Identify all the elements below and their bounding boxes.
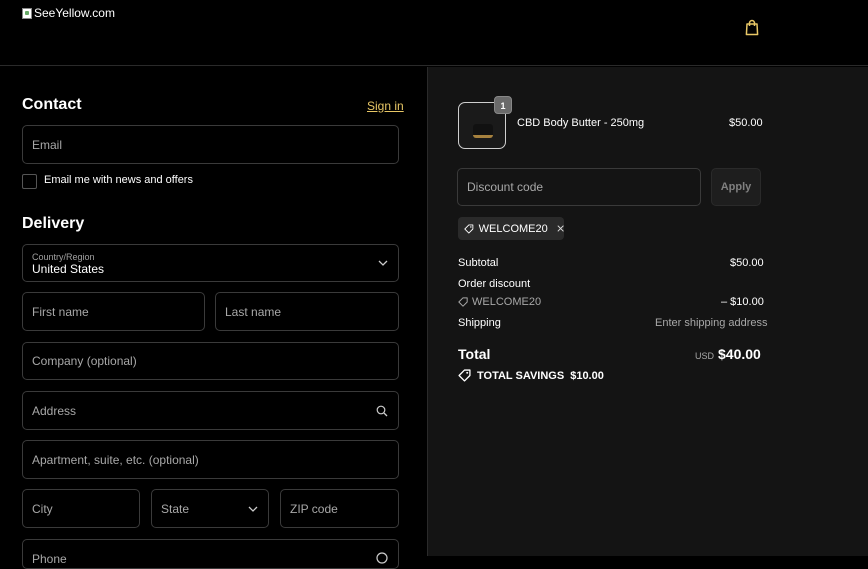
first-name-field[interactable]: First name [22,292,205,331]
logo[interactable]: SeeYellow.com [22,6,115,20]
product-price: $50.00 [729,117,763,129]
subtotal-value: $50.00 [730,257,764,269]
country-value: United States [32,262,105,276]
shopping-bag-icon[interactable] [744,19,760,36]
checkout-form: Contact Sign in Email Email me with news… [0,67,427,569]
newsletter-label: Email me with news and offers [44,174,193,186]
tag-icon [458,297,468,307]
logo-alt-text: SeeYellow.com [34,6,115,20]
city-placeholder: City [32,501,53,516]
applied-discount-tag: WELCOME20 [458,217,564,240]
savings-label: TOTAL SAVINGS [477,369,565,382]
discount-code-text: WELCOME20 [472,296,542,308]
state-select[interactable]: State [151,489,269,528]
first-name-placeholder: First name [32,304,89,319]
quantity-badge: 1 [494,96,512,114]
phone-field[interactable]: Phone [22,539,399,569]
order-summary: 1 CBD Body Butter - 250mg $50.00 Discoun… [427,67,868,556]
last-name-placeholder: Last name [225,304,282,319]
broken-image-icon [22,7,32,19]
tag-icon [458,369,471,382]
address-field[interactable]: Address [22,391,399,430]
newsletter-checkbox[interactable] [22,174,37,189]
delivery-heading: Delivery [22,215,85,232]
zip-placeholder: ZIP code [290,501,338,516]
apartment-placeholder: Apartment, suite, etc. (optional) [32,452,199,467]
help-circle-icon[interactable] [376,552,388,564]
company-field[interactable]: Company (optional) [22,342,399,380]
savings-value: $10.00 [570,369,604,382]
discount-code-row: WELCOME20 [458,296,541,308]
total-savings: TOTAL SAVINGS $10.00 [458,369,604,382]
total-label: Total [458,346,491,362]
sign-in-link[interactable]: Sign in [367,99,404,113]
discount-value: – $10.00 [721,296,764,308]
product-name: CBD Body Butter - 250mg [517,117,645,129]
applied-code-text: WELCOME20 [478,222,548,235]
search-icon [376,405,388,416]
email-field[interactable]: Email [22,125,399,164]
order-discount-label: Order discount [458,278,531,290]
address-placeholder: Address [32,403,77,418]
close-icon[interactable] [557,224,564,233]
total-value: $40.00 [718,346,761,362]
subtotal-label: Subtotal [458,257,499,269]
shipping-value: Enter shipping address [655,317,768,329]
apply-button[interactable]: Apply [711,168,761,206]
apartment-field[interactable]: Apartment, suite, etc. (optional) [22,440,399,479]
currency-code: USD [695,351,715,361]
city-field[interactable]: City [22,489,140,528]
chevron-down-icon [378,260,388,266]
company-placeholder: Company (optional) [32,354,137,368]
product-image [473,124,493,138]
last-name-field[interactable]: Last name [215,292,399,331]
shipping-label: Shipping [458,317,501,329]
contact-heading: Contact [22,96,82,113]
zip-field[interactable]: ZIP code [280,489,399,528]
country-select[interactable]: Country/Region United States [22,244,399,282]
phone-placeholder: Phone [32,552,67,566]
tag-icon [464,224,474,233]
discount-placeholder: Discount code [467,180,544,194]
email-placeholder: Email [32,137,63,152]
state-placeholder: State [161,501,190,516]
discount-code-field[interactable]: Discount code [457,168,701,206]
site-header: SeeYellow.com [0,0,868,66]
chevron-down-icon [248,506,258,512]
